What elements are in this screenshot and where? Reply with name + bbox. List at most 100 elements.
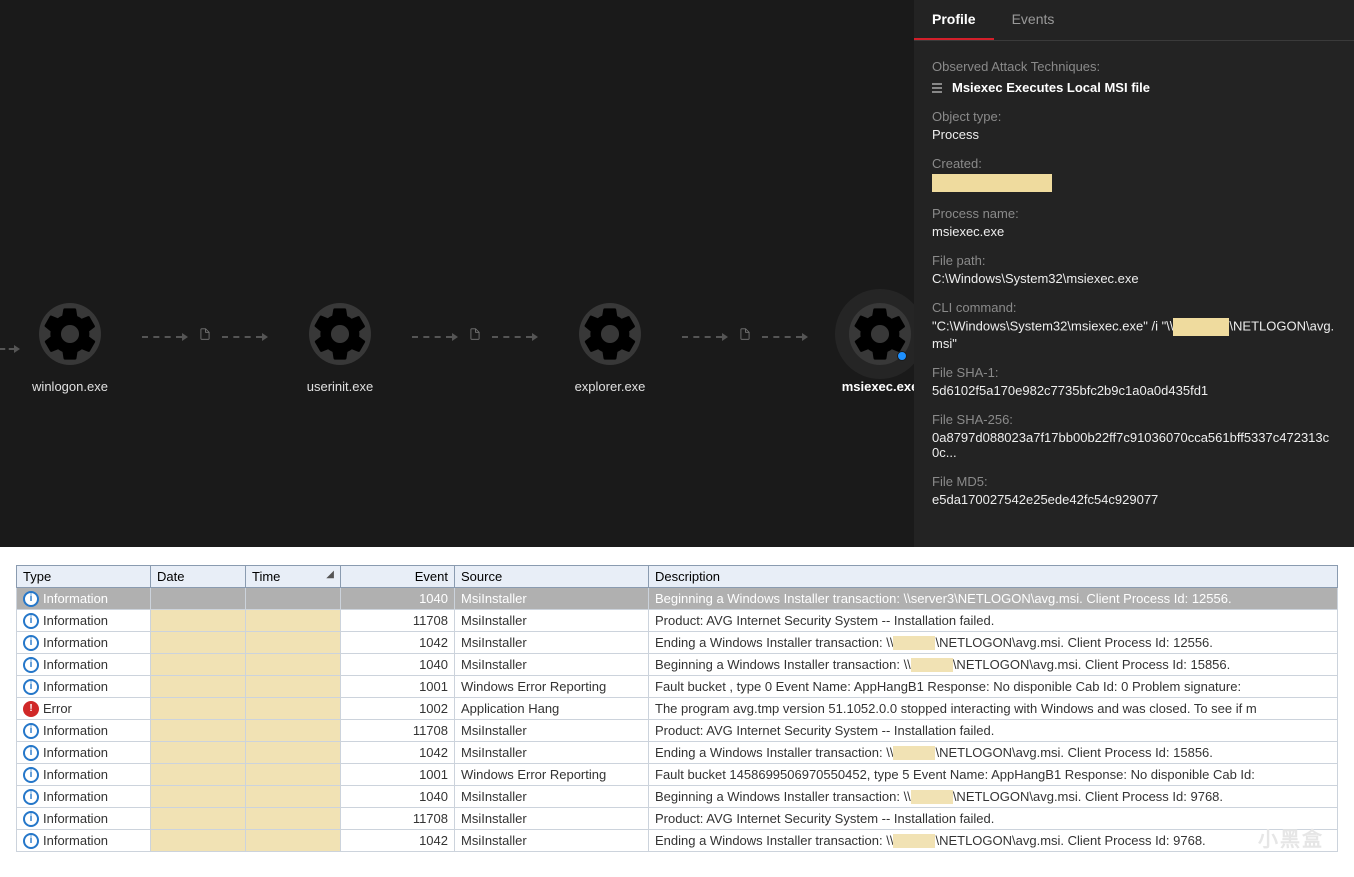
table-row[interactable]: iInformation 1040 MsiInstaller Beginning… xyxy=(17,588,1338,610)
connector xyxy=(142,326,268,347)
table-row[interactable]: iInformation 11708 MsiInstaller Product:… xyxy=(17,808,1338,830)
table-row[interactable]: iInformation 1042 MsiInstaller Ending a … xyxy=(17,742,1338,764)
event-cell: 1040 xyxy=(341,654,455,676)
col-header-time[interactable]: Time◢ xyxy=(246,566,341,588)
col-header-event[interactable]: Event xyxy=(341,566,455,588)
created-label: Created: xyxy=(932,156,1336,171)
description-cell: Beginning a Windows Installer transactio… xyxy=(649,654,1338,676)
col-header-date[interactable]: Date xyxy=(151,566,246,588)
source-cell: MsiInstaller xyxy=(455,654,649,676)
description-cell: Beginning a Windows Installer transactio… xyxy=(649,786,1338,808)
event-cell: 1001 xyxy=(341,764,455,786)
time-cell xyxy=(246,830,341,852)
info-icon: i xyxy=(23,833,39,849)
list-icon xyxy=(932,83,944,93)
file-path-value: C:\Windows\System32\msiexec.exe xyxy=(932,271,1336,286)
type-text: Information xyxy=(43,745,108,760)
top-section: winlogon.exe userinit.exe explorer.exe xyxy=(0,0,1354,547)
event-cell: 1042 xyxy=(341,632,455,654)
description-text: Ending a Windows Installer transaction: … xyxy=(655,745,893,760)
col-header-description[interactable]: Description xyxy=(649,566,1338,588)
table-row[interactable]: !Error 1002 Application Hang The program… xyxy=(17,698,1338,720)
error-icon: ! xyxy=(23,701,39,717)
time-cell xyxy=(246,808,341,830)
table-row[interactable]: iInformation 1001 Windows Error Reportin… xyxy=(17,676,1338,698)
time-cell xyxy=(246,588,341,610)
description-text: Product: AVG Internet Security System --… xyxy=(655,723,994,738)
source-cell: Windows Error Reporting xyxy=(455,676,649,698)
file-icon xyxy=(738,326,752,347)
info-icon: i xyxy=(23,635,39,651)
info-icon: i xyxy=(23,657,39,673)
date-cell xyxy=(151,676,246,698)
process-node[interactable]: msiexec.exe xyxy=(830,303,914,394)
table-row[interactable]: iInformation 1001 Windows Error Reportin… xyxy=(17,764,1338,786)
table-row[interactable]: iInformation 1042 MsiInstaller Ending a … xyxy=(17,830,1338,852)
event-cell: 11708 xyxy=(341,720,455,742)
attack-techniques-label: Observed Attack Techniques: xyxy=(932,59,1336,74)
date-cell xyxy=(151,830,246,852)
redacted-block xyxy=(911,790,953,804)
redacted-block xyxy=(932,174,1052,192)
description-cell: Product: AVG Internet Security System --… xyxy=(649,610,1338,632)
attack-technique-text: Msiexec Executes Local MSI file xyxy=(952,80,1150,95)
source-cell: MsiInstaller xyxy=(455,742,649,764)
object-type-label: Object type: xyxy=(932,109,1336,124)
file-icon xyxy=(468,326,482,347)
event-cell: 11708 xyxy=(341,610,455,632)
process-node[interactable]: winlogon.exe xyxy=(20,303,120,394)
source-cell: MsiInstaller xyxy=(455,720,649,742)
sha256-label: File SHA-256: xyxy=(932,412,1336,427)
type-text: Information xyxy=(43,723,108,738)
description-text: Beginning a Windows Installer transactio… xyxy=(655,789,911,804)
info-icon: i xyxy=(23,767,39,783)
process-node[interactable]: explorer.exe xyxy=(560,303,660,394)
tab-events[interactable]: Events xyxy=(994,0,1073,40)
description-text: Product: AVG Internet Security System --… xyxy=(655,613,994,628)
process-name-value: msiexec.exe xyxy=(932,224,1336,239)
event-cell: 1042 xyxy=(341,742,455,764)
event-log-section: Type Date Time◢ Event Source Description… xyxy=(0,547,1354,860)
description-cell: Beginning a Windows Installer transactio… xyxy=(649,588,1338,610)
side-panel: Profile Events Observed Attack Technique… xyxy=(914,0,1354,547)
table-row[interactable]: iInformation 11708 MsiInstaller Product:… xyxy=(17,720,1338,742)
table-row[interactable]: iInformation 11708 MsiInstaller Product:… xyxy=(17,610,1338,632)
table-row[interactable]: iInformation 1040 MsiInstaller Beginning… xyxy=(17,786,1338,808)
redacted-block xyxy=(1173,318,1229,336)
process-node[interactable]: userinit.exe xyxy=(290,303,390,394)
date-cell xyxy=(151,720,246,742)
time-cell xyxy=(246,698,341,720)
redacted-block xyxy=(893,636,935,650)
sha1-label: File SHA-1: xyxy=(932,365,1336,380)
panel-tabs: Profile Events xyxy=(914,0,1354,41)
info-icon: i xyxy=(23,679,39,695)
created-value xyxy=(932,174,1336,192)
source-cell: Application Hang xyxy=(455,698,649,720)
date-cell xyxy=(151,588,246,610)
source-cell: MsiInstaller xyxy=(455,588,649,610)
description-cell: Product: AVG Internet Security System --… xyxy=(649,808,1338,830)
tab-profile[interactable]: Profile xyxy=(914,0,994,40)
col-header-source[interactable]: Source xyxy=(455,566,649,588)
sha1-value: 5d6102f5a170e982c7735bfc2b9c1a0a0d435fd1 xyxy=(932,383,1336,398)
table-row[interactable]: iInformation 1042 MsiInstaller Ending a … xyxy=(17,632,1338,654)
gear-icon xyxy=(309,303,371,365)
redacted-block xyxy=(893,834,935,848)
cli-command-value: "C:\Windows\System32\msiexec.exe" /i "\\… xyxy=(932,318,1336,351)
time-cell xyxy=(246,676,341,698)
time-cell xyxy=(246,720,341,742)
date-cell xyxy=(151,654,246,676)
redacted-block xyxy=(893,746,935,760)
type-text: Information xyxy=(43,811,108,826)
description-text: \NETLOGON\avg.msi. Client Process Id: 15… xyxy=(935,745,1212,760)
process-graph[interactable]: winlogon.exe userinit.exe explorer.exe xyxy=(0,0,914,547)
description-text: The program avg.tmp version 51.1052.0.0 … xyxy=(655,701,1257,716)
table-row[interactable]: iInformation 1040 MsiInstaller Beginning… xyxy=(17,654,1338,676)
date-cell xyxy=(151,632,246,654)
event-table[interactable]: Type Date Time◢ Event Source Description… xyxy=(16,565,1338,852)
col-header-type[interactable]: Type xyxy=(17,566,151,588)
info-icon: i xyxy=(23,811,39,827)
md5-value: e5da170027542e25ede42fc54c929077 xyxy=(932,492,1336,507)
type-text: Information xyxy=(43,789,108,804)
attack-technique-item[interactable]: Msiexec Executes Local MSI file xyxy=(932,80,1336,95)
